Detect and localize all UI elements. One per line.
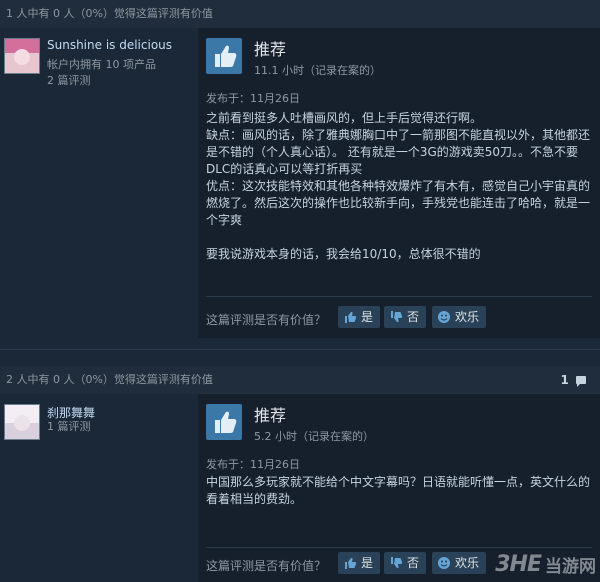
reviewer-panel: Sunshine is delicious 帐户内拥有 10 项产品 2 篇评测 (0, 28, 190, 338)
divider (206, 547, 592, 548)
review-paragraph: 优点：这次技能特效和其他各种特效爆炸了有木有，感觉自己小宇宙真的燃烧了。然后这次… (206, 179, 591, 227)
site-watermark: 3HE 当游网 (495, 550, 596, 578)
review-separator (0, 338, 600, 366)
comment-count-value: 1 (560, 373, 569, 387)
reviewer-name[interactable]: Sunshine is delicious (47, 38, 172, 52)
comment-count[interactable]: 1 (560, 366, 586, 394)
vote-yes-label: 是 (361, 556, 374, 570)
thumbs-up-icon (345, 312, 357, 323)
divider (0, 349, 600, 350)
vote-no-button[interactable]: 否 (384, 552, 427, 574)
recommendation-title[interactable]: 推荐 (254, 402, 286, 426)
posted-date: 发布于：11月26日 (206, 458, 300, 471)
review-count[interactable]: 1 篇评测 (47, 418, 91, 434)
vote-no-button[interactable]: 否 (384, 306, 427, 328)
helpful-summary-text: 2 人中有 0 人（0%）觉得这篇评测有价值 (6, 373, 213, 386)
review-paragraph: 缺点：画风的话，除了雅典娜胸口中了一箭那图不能直视以外，其他都还是不错的（个人真… (206, 128, 591, 176)
watermark-site-name: 当游网 (545, 556, 596, 577)
avatar[interactable] (4, 38, 40, 74)
vote-funny-label: 欢乐 (455, 556, 480, 570)
helpful-summary-text: 1 人中有 0 人（0%）觉得这篇评测有价值 (6, 7, 213, 20)
review-paragraph: 中国那么多玩家就不能给个中文字幕吗？日语就能听懂一点，英文什么的看着相当的费劲。 (206, 475, 591, 506)
smiley-icon (438, 557, 450, 569)
review-content: 推荐 11.1 小时（记录在案的） 发布于：11月26日 之前看到挺多人吐槽画风… (198, 28, 600, 338)
helpful-summary-bar: 1 人中有 0 人（0%）觉得这篇评测有价值 (0, 0, 600, 28)
vote-yes-button[interactable]: 是 (338, 306, 381, 328)
avatar[interactable] (4, 404, 40, 440)
review-body: 中国那么多玩家就不能给个中文字幕吗？日语就能听懂一点，英文什么的看着相当的费劲。 (206, 474, 592, 508)
vote-no-label: 否 (407, 310, 420, 324)
review-card: 1 人中有 0 人（0%）觉得这篇评测有价值 Sunshine is delic… (0, 0, 600, 338)
helpful-question: 这篇评测是否有价值？ (206, 559, 327, 573)
hours-played: 5.2 小时（记录在案的） (254, 430, 374, 443)
watermark-logo: 3HE (495, 551, 542, 577)
vote-funny-button[interactable]: 欢乐 (432, 306, 487, 328)
review-paragraph: 要我说游戏本身的话，我会给10/10，总体很不错的 (206, 247, 481, 261)
vote-funny-label: 欢乐 (455, 310, 480, 324)
smiley-icon (438, 311, 450, 323)
thumbs-up-icon (206, 404, 242, 440)
divider (206, 296, 592, 297)
vote-no-label: 否 (407, 556, 420, 570)
thumbs-up-icon (206, 38, 242, 74)
thumbs-down-icon (391, 557, 403, 568)
hours-played: 11.1 小时（记录在案的） (254, 64, 381, 77)
posted-date: 发布于：11月26日 (206, 92, 300, 105)
products-owned[interactable]: 帐户内拥有 10 项产品 (47, 56, 156, 72)
vote-yes-button[interactable]: 是 (338, 552, 381, 574)
review-paragraph: 之前看到挺多人吐槽画风的，但上手后觉得还行啊。 (206, 111, 483, 125)
thumbs-down-icon (391, 311, 403, 322)
vote-funny-button[interactable]: 欢乐 (432, 552, 487, 574)
comment-icon (576, 376, 586, 387)
recommendation-title[interactable]: 推荐 (254, 36, 286, 60)
vote-yes-label: 是 (361, 310, 374, 324)
reviewer-panel: 刹那舞舞 1 篇评测 (0, 394, 190, 582)
helpful-summary-bar: 2 人中有 0 人（0%）觉得这篇评测有价值 1 (0, 366, 600, 394)
thumbs-up-icon (345, 558, 357, 569)
helpful-question: 这篇评测是否有价值？ (206, 313, 327, 327)
review-body: 之前看到挺多人吐槽画风的，但上手后觉得还行啊。 缺点：画风的话，除了雅典娜胸口中… (206, 110, 592, 263)
review-count[interactable]: 2 篇评测 (47, 72, 91, 88)
